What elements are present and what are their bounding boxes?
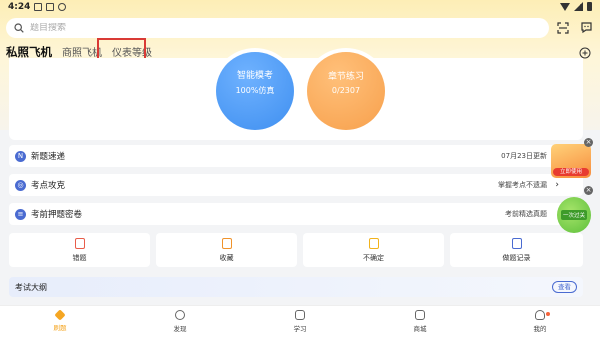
quick-label: 错题 (72, 253, 87, 262)
signal-icon (574, 2, 583, 11)
chapter-practice-progress: 0/2307 (331, 86, 361, 95)
list-item-note: 07月23日更新 (501, 152, 547, 160)
compass-icon (175, 310, 185, 320)
wrong-icon (74, 237, 85, 249)
list-item-note: 考前精选真题 (505, 210, 547, 218)
mock-exam-title: 智能模考 (236, 71, 273, 81)
nav-shop[interactable]: 商城 (360, 306, 480, 337)
quick-records[interactable]: 做题记录 (450, 233, 583, 267)
list-item-mock-papers[interactable]: ≡ 考前押题密卷 考前精选真题 (9, 203, 583, 225)
battery-icon (587, 2, 592, 11)
wifi-icon (560, 2, 570, 11)
new-icon: N (15, 150, 26, 162)
list-item-label: 考点攻克 (31, 181, 66, 191)
app-notification-icon (46, 3, 54, 11)
scan-icon[interactable] (557, 22, 569, 34)
exam-outline-label: 考试大纲 (15, 282, 47, 292)
nav-discover[interactable]: 发现 (120, 306, 240, 337)
tab-commercial-pilot[interactable]: 商照飞机 (62, 44, 102, 59)
promo-plan-widget[interactable]: 一次过关 (557, 197, 591, 233)
quick-favorites[interactable]: 收藏 (156, 233, 297, 267)
chapter-practice-button[interactable]: 章节练习 0/2307 (307, 52, 385, 130)
list-item-label: 考前押题密卷 (31, 210, 83, 220)
view-outline-button[interactable]: 查看 (552, 281, 577, 293)
chevron-right-icon: › (555, 180, 559, 190)
list-item-new-questions[interactable]: N 新题速递 07月23日更新 (9, 145, 583, 167)
quick-unsure[interactable]: 不确定 (303, 233, 444, 267)
list-item-label: 新题速递 (31, 152, 66, 162)
nav-label: 商城 (413, 325, 427, 333)
message-icon[interactable] (580, 21, 593, 34)
promo-plan-text: 一次过关 (560, 210, 587, 220)
quick-label: 不确定 (363, 253, 384, 262)
image-notification-icon (34, 3, 42, 11)
status-bar: 4:24 (0, 0, 600, 16)
search-icon (14, 23, 24, 33)
quick-label: 收藏 (219, 253, 234, 262)
search-bar[interactable] (6, 18, 549, 38)
quick-label: 做题记录 (502, 253, 531, 262)
target-icon: ◎ (15, 179, 26, 191)
list-item-note: 掌握考点不遗漏 (498, 181, 547, 189)
search-input[interactable] (30, 23, 510, 33)
shop-icon (415, 310, 425, 320)
close-promo-icon[interactable]: × (584, 138, 593, 147)
paper-icon: ≡ (15, 208, 26, 220)
nav-label: 学习 (293, 325, 307, 333)
nav-profile[interactable]: 我的 (480, 306, 600, 337)
unsure-icon (368, 237, 379, 249)
home-icon (54, 309, 66, 321)
nav-home[interactable]: 刷题 (0, 306, 120, 337)
mock-exam-subtitle: 100%仿真 (235, 86, 275, 95)
study-icon (295, 310, 305, 320)
bottom-navigation: 刷题 发现 学习 商城 我的 (0, 305, 600, 337)
promo-use-button[interactable]: 立即使用 (553, 168, 589, 176)
exam-outline-bar[interactable]: 考试大纲 查看 (9, 277, 583, 297)
notification-badge (546, 312, 550, 316)
mock-exam-button[interactable]: 智能模考 100%仿真 (216, 52, 294, 130)
favorite-icon (221, 237, 232, 249)
quick-wrong-questions[interactable]: 错题 (9, 233, 150, 267)
record-icon (511, 237, 522, 249)
nav-label: 刷题 (53, 324, 67, 332)
nav-label: 我的 (533, 325, 547, 333)
sync-notification-icon (58, 3, 66, 11)
status-time: 4:24 (8, 2, 31, 12)
chapter-practice-title: 章节练习 (327, 72, 364, 82)
nav-label: 发现 (173, 325, 187, 333)
close-promo-icon[interactable]: × (584, 186, 593, 195)
user-icon (535, 310, 545, 320)
promo-coupon-widget[interactable]: 立即使用 (551, 144, 591, 178)
nav-study[interactable]: 学习 (240, 306, 360, 337)
list-item-key-points[interactable]: ◎ 考点攻克 掌握考点不遗漏 › (9, 174, 583, 196)
